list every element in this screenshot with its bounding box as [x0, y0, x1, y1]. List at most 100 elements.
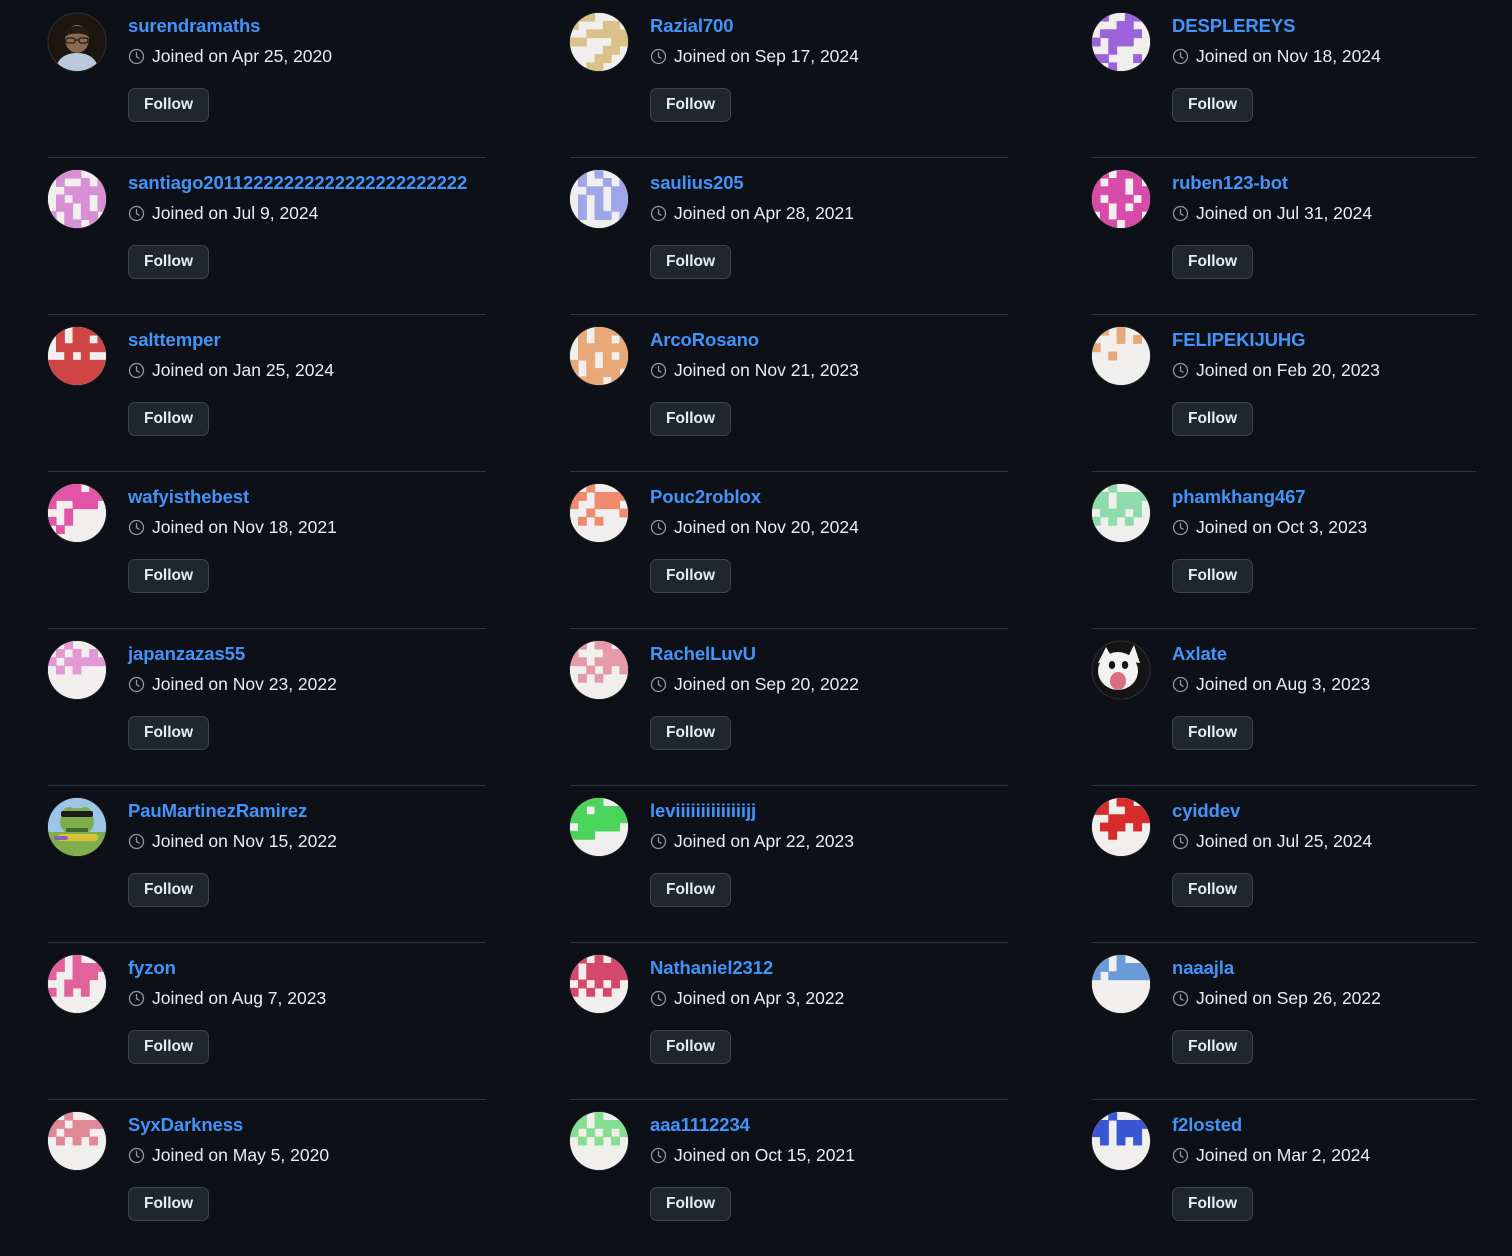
- follow-button[interactable]: Follow: [650, 245, 732, 279]
- frog-photo-avatar-image: [48, 798, 106, 856]
- avatar[interactable]: [570, 955, 628, 1013]
- follow-button[interactable]: Follow: [128, 559, 210, 593]
- follow-button[interactable]: Follow: [1172, 245, 1254, 279]
- username-link[interactable]: Pouc2roblox: [650, 484, 761, 510]
- username-link[interactable]: DESPLEREYS: [1172, 13, 1296, 39]
- joined-date: Joined on Nov 18, 2021: [128, 516, 522, 538]
- clock-icon: [650, 833, 667, 850]
- clock-icon: [650, 48, 667, 65]
- avatar[interactable]: [1092, 641, 1150, 699]
- follow-button[interactable]: Follow: [1172, 559, 1254, 593]
- avatar[interactable]: [570, 13, 628, 71]
- avatar[interactable]: [48, 955, 106, 1013]
- username-link[interactable]: leviiiiiiiiiiiiiijj: [650, 798, 756, 824]
- username-link[interactable]: surendramaths: [128, 13, 260, 39]
- username-link[interactable]: PauMartinezRamirez: [128, 798, 307, 824]
- clock-icon: [1172, 205, 1189, 222]
- joined-date: Joined on Aug 7, 2023: [128, 987, 522, 1009]
- identicon-avatar-image: [570, 170, 628, 228]
- follow-button[interactable]: Follow: [128, 1030, 210, 1064]
- avatar[interactable]: [48, 641, 106, 699]
- avatar[interactable]: [48, 13, 106, 71]
- username-link[interactable]: saulius205: [650, 170, 744, 196]
- clock-icon: [1172, 48, 1189, 65]
- clock-icon: [1172, 833, 1189, 850]
- username-link[interactable]: ruben123-bot: [1172, 170, 1288, 196]
- avatar[interactable]: [1092, 170, 1150, 228]
- joined-date: Joined on Jul 9, 2024: [128, 202, 522, 224]
- username-link[interactable]: Razial700: [650, 13, 734, 39]
- user-card: salttemper Joined on Jan 25, 2024 Follow: [0, 314, 522, 471]
- avatar[interactable]: [1092, 955, 1150, 1013]
- follow-button[interactable]: Follow: [650, 716, 732, 750]
- username-link[interactable]: Nathaniel2312: [650, 955, 773, 981]
- username-link[interactable]: salttemper: [128, 327, 221, 353]
- avatar[interactable]: [570, 641, 628, 699]
- identicon-avatar-image: [1092, 1112, 1150, 1170]
- clock-icon: [1172, 1147, 1189, 1164]
- username-link[interactable]: wafyisthebest: [128, 484, 249, 510]
- username-link[interactable]: Axlate: [1172, 641, 1227, 667]
- follow-button[interactable]: Follow: [1172, 1187, 1254, 1221]
- identicon-avatar-image: [570, 327, 628, 385]
- avatar[interactable]: [570, 798, 628, 856]
- avatar[interactable]: [1092, 1112, 1150, 1170]
- avatar[interactable]: [570, 484, 628, 542]
- username-link[interactable]: ArcoRosano: [650, 327, 759, 353]
- username-link[interactable]: fyzon: [128, 955, 176, 981]
- avatar[interactable]: [48, 798, 106, 856]
- user-meta: naaajla Joined on Sep 26, 2022 Follow: [1150, 955, 1512, 1064]
- avatar[interactable]: [1092, 327, 1150, 385]
- follow-button[interactable]: Follow: [128, 88, 210, 122]
- avatar[interactable]: [1092, 484, 1150, 542]
- user-card: cyiddev Joined on Jul 25, 2024 Follow: [1044, 785, 1512, 942]
- username-link[interactable]: aaa1112234: [650, 1112, 750, 1138]
- follow-button[interactable]: Follow: [1172, 873, 1254, 907]
- follow-button[interactable]: Follow: [650, 1030, 732, 1064]
- follow-button[interactable]: Follow: [650, 1187, 732, 1221]
- avatar[interactable]: [1092, 798, 1150, 856]
- follow-button[interactable]: Follow: [1172, 402, 1254, 436]
- username-link[interactable]: santiago20112222222222222222222222: [128, 170, 467, 196]
- user-card: leviiiiiiiiiiiiiijj Joined on Apr 22, 202…: [522, 785, 1044, 942]
- joined-date: Joined on Apr 28, 2021: [650, 202, 1044, 224]
- joined-date: Joined on Sep 26, 2022: [1172, 987, 1512, 1009]
- joined-date: Joined on Apr 25, 2020: [128, 45, 522, 67]
- username-link[interactable]: japanzazas55: [128, 641, 245, 667]
- username-link[interactable]: SyxDarkness: [128, 1112, 243, 1138]
- username-link[interactable]: f2losted: [1172, 1112, 1242, 1138]
- avatar[interactable]: [570, 1112, 628, 1170]
- follow-button[interactable]: Follow: [650, 88, 732, 122]
- follow-button[interactable]: Follow: [650, 402, 732, 436]
- username-link[interactable]: FELIPEKIJUHG: [1172, 327, 1306, 353]
- follow-button[interactable]: Follow: [1172, 716, 1254, 750]
- follow-button[interactable]: Follow: [128, 245, 210, 279]
- username-link[interactable]: cyiddev: [1172, 798, 1240, 824]
- follow-button[interactable]: Follow: [1172, 88, 1254, 122]
- joined-date-text: Joined on Apr 22, 2023: [674, 831, 855, 851]
- follow-button[interactable]: Follow: [128, 402, 210, 436]
- avatar[interactable]: [570, 327, 628, 385]
- avatar[interactable]: [48, 170, 106, 228]
- username-link[interactable]: RachelLuvU: [650, 641, 756, 667]
- user-card: aaa1112234 Joined on Oct 15, 2021 Follow: [522, 1099, 1044, 1256]
- avatar[interactable]: [1092, 13, 1150, 71]
- user-card: Razial700 Joined on Sep 17, 2024 Follow: [522, 0, 1044, 157]
- identicon-avatar-image: [48, 1112, 106, 1170]
- joined-date-text: Joined on Nov 15, 2022: [152, 831, 337, 851]
- follow-button[interactable]: Follow: [128, 1187, 210, 1221]
- user-card: FELIPEKIJUHG Joined on Feb 20, 2023 Follow: [1044, 314, 1512, 471]
- username-link[interactable]: naaajla: [1172, 955, 1234, 981]
- follow-button[interactable]: Follow: [650, 559, 732, 593]
- username-link[interactable]: phamkhang467: [1172, 484, 1306, 510]
- follow-button[interactable]: Follow: [1172, 1030, 1254, 1064]
- follow-button[interactable]: Follow: [128, 873, 210, 907]
- follow-button[interactable]: Follow: [650, 873, 732, 907]
- avatar[interactable]: [48, 327, 106, 385]
- avatar[interactable]: [570, 170, 628, 228]
- user-card: f2losted Joined on Mar 2, 2024 Follow: [1044, 1099, 1512, 1256]
- joined-date: Joined on Nov 15, 2022: [128, 830, 522, 852]
- follow-button[interactable]: Follow: [128, 716, 210, 750]
- avatar[interactable]: [48, 484, 106, 542]
- avatar[interactable]: [48, 1112, 106, 1170]
